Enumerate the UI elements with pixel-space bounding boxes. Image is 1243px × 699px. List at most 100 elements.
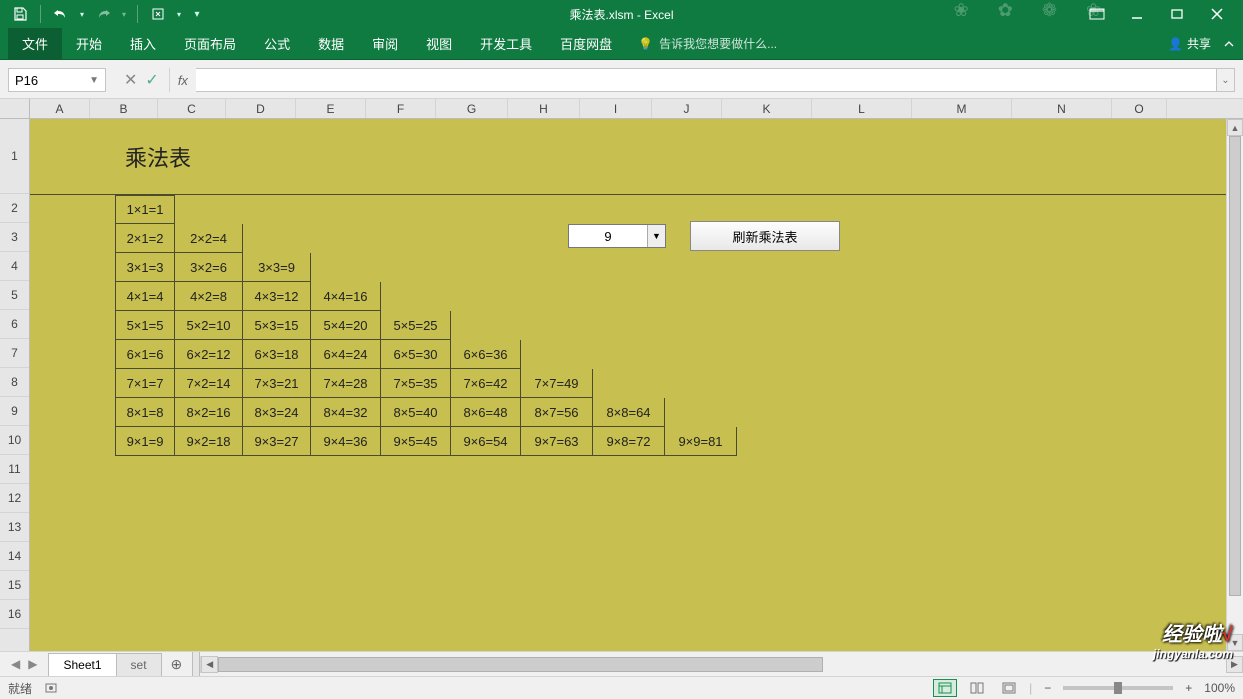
minimize-icon[interactable] <box>1123 2 1151 26</box>
scroll-down-icon[interactable]: ▼ <box>1227 634 1243 651</box>
table-cell[interactable]: 2×2=4 <box>175 224 243 253</box>
table-cell[interactable]: 5×4=20 <box>311 311 381 340</box>
cells-area[interactable]: 乘法表 1×1=12×1=22×2=43×1=33×2=63×3=94×1=44… <box>30 119 1243 651</box>
column-header-K[interactable]: K <box>722 99 812 118</box>
table-cell[interactable]: 6×6=36 <box>451 340 521 369</box>
tab-page-layout[interactable]: 页面布局 <box>170 28 250 59</box>
table-cell[interactable]: 7×4=28 <box>311 369 381 398</box>
qat-customize-icon[interactable]: ▾ <box>188 2 206 26</box>
table-cell[interactable]: 7×1=7 <box>115 369 175 398</box>
close-icon[interactable] <box>1203 2 1231 26</box>
add-sheet-button[interactable]: ⊕ <box>161 656 193 673</box>
scroll-left-icon[interactable]: ◀ <box>201 656 218 673</box>
table-cell[interactable]: 9×5=45 <box>381 427 451 456</box>
horizontal-scroll-thumb[interactable] <box>218 657 823 672</box>
undo-icon[interactable] <box>49 2 73 26</box>
table-cell[interactable]: 5×1=5 <box>115 311 175 340</box>
view-normal-icon[interactable] <box>933 679 957 697</box>
tab-data[interactable]: 数据 <box>304 28 358 59</box>
redo-dropdown-icon[interactable]: ▾ <box>119 2 129 26</box>
table-cell[interactable]: 7×6=42 <box>451 369 521 398</box>
column-header-M[interactable]: M <box>912 99 1012 118</box>
cancel-formula-icon[interactable]: ✕ <box>124 70 137 90</box>
table-cell[interactable]: 7×5=35 <box>381 369 451 398</box>
view-page-layout-icon[interactable] <box>965 679 989 697</box>
zoom-in-button[interactable]: + <box>1181 681 1196 695</box>
refresh-table-button[interactable]: 刷新乘法表 <box>690 221 840 251</box>
formula-input[interactable] <box>196 68 1217 92</box>
table-cell[interactable]: 6×1=6 <box>115 340 175 369</box>
column-header-G[interactable]: G <box>436 99 508 118</box>
sheet-tab-set[interactable]: set <box>116 653 162 676</box>
tab-review[interactable]: 审阅 <box>358 28 412 59</box>
sheet-tab-sheet1[interactable]: Sheet1 <box>48 653 116 676</box>
table-cell[interactable]: 9×8=72 <box>593 427 665 456</box>
name-box-dropdown-icon[interactable]: ▼ <box>89 75 99 86</box>
save-icon[interactable] <box>8 2 32 26</box>
table-cell[interactable]: 1×1=1 <box>115 195 175 224</box>
row-header-13[interactable]: 13 <box>0 513 29 542</box>
row-header-7[interactable]: 7 <box>0 339 29 368</box>
combo-dropdown-icon[interactable]: ▼ <box>647 225 665 247</box>
column-header-C[interactable]: C <box>158 99 226 118</box>
table-cell[interactable]: 9×7=63 <box>521 427 593 456</box>
row-header-11[interactable]: 11 <box>0 455 29 484</box>
column-header-L[interactable]: L <box>812 99 912 118</box>
select-all-corner[interactable] <box>0 99 30 118</box>
row-header-6[interactable]: 6 <box>0 310 29 339</box>
accept-formula-icon[interactable]: ✓ <box>145 70 158 90</box>
sheet-nav-next-icon[interactable]: ▶ <box>25 657 40 671</box>
row-header-1[interactable]: 1 <box>0 119 29 194</box>
table-cell[interactable]: 4×1=4 <box>115 282 175 311</box>
undo-dropdown-icon[interactable]: ▾ <box>77 2 87 26</box>
tab-home[interactable]: 开始 <box>62 28 116 59</box>
fx-icon[interactable]: fx <box>178 73 188 88</box>
zoom-slider-thumb[interactable] <box>1114 682 1122 694</box>
table-cell[interactable]: 2×1=2 <box>115 224 175 253</box>
redo-icon[interactable] <box>91 2 115 26</box>
row-header-14[interactable]: 14 <box>0 542 29 571</box>
tell-me-search[interactable]: 💡 告诉我您想要做什么... <box>638 35 777 52</box>
column-header-B[interactable]: B <box>90 99 158 118</box>
collapse-ribbon-icon[interactable] <box>1223 38 1235 50</box>
table-cell[interactable]: 5×5=25 <box>381 311 451 340</box>
column-header-N[interactable]: N <box>1012 99 1112 118</box>
table-cell[interactable]: 8×2=16 <box>175 398 243 427</box>
table-cell[interactable]: 5×3=15 <box>243 311 311 340</box>
macro-recorder-icon[interactable] <box>44 681 58 695</box>
table-cell[interactable]: 8×3=24 <box>243 398 311 427</box>
table-cell[interactable]: 7×7=49 <box>521 369 593 398</box>
touch-dropdown-icon[interactable]: ▾ <box>174 2 184 26</box>
column-header-A[interactable]: A <box>30 99 90 118</box>
table-cell[interactable]: 8×6=48 <box>451 398 521 427</box>
column-header-I[interactable]: I <box>580 99 652 118</box>
table-cell[interactable]: 5×2=10 <box>175 311 243 340</box>
row-header-9[interactable]: 9 <box>0 397 29 426</box>
tab-scroll-splitter[interactable] <box>192 652 200 676</box>
maximize-icon[interactable] <box>1163 2 1191 26</box>
horizontal-scrollbar[interactable]: ◀ ▶ <box>200 656 1243 673</box>
name-box[interactable]: P16 ▼ <box>8 68 106 92</box>
table-cell[interactable]: 9×4=36 <box>311 427 381 456</box>
table-cell[interactable]: 8×8=64 <box>593 398 665 427</box>
table-cell[interactable]: 9×1=9 <box>115 427 175 456</box>
row-header-12[interactable]: 12 <box>0 484 29 513</box>
vertical-scroll-thumb[interactable] <box>1229 136 1241 596</box>
column-header-D[interactable]: D <box>226 99 296 118</box>
tab-baidu[interactable]: 百度网盘 <box>546 28 626 59</box>
table-cell[interactable]: 8×4=32 <box>311 398 381 427</box>
tab-file[interactable]: 文件 <box>8 28 62 59</box>
row-header-10[interactable]: 10 <box>0 426 29 455</box>
row-header-3[interactable]: 3 <box>0 223 29 252</box>
column-header-J[interactable]: J <box>652 99 722 118</box>
expand-formula-bar-icon[interactable]: ⌄ <box>1217 68 1235 92</box>
column-header-F[interactable]: F <box>366 99 436 118</box>
touch-mode-icon[interactable] <box>146 2 170 26</box>
table-cell[interactable]: 6×5=30 <box>381 340 451 369</box>
size-combo-box[interactable]: 9 ▼ <box>568 224 666 248</box>
row-header-15[interactable]: 15 <box>0 571 29 600</box>
table-cell[interactable]: 4×4=16 <box>311 282 381 311</box>
table-cell[interactable]: 7×2=14 <box>175 369 243 398</box>
zoom-percent[interactable]: 100% <box>1204 681 1235 695</box>
tab-insert[interactable]: 插入 <box>116 28 170 59</box>
